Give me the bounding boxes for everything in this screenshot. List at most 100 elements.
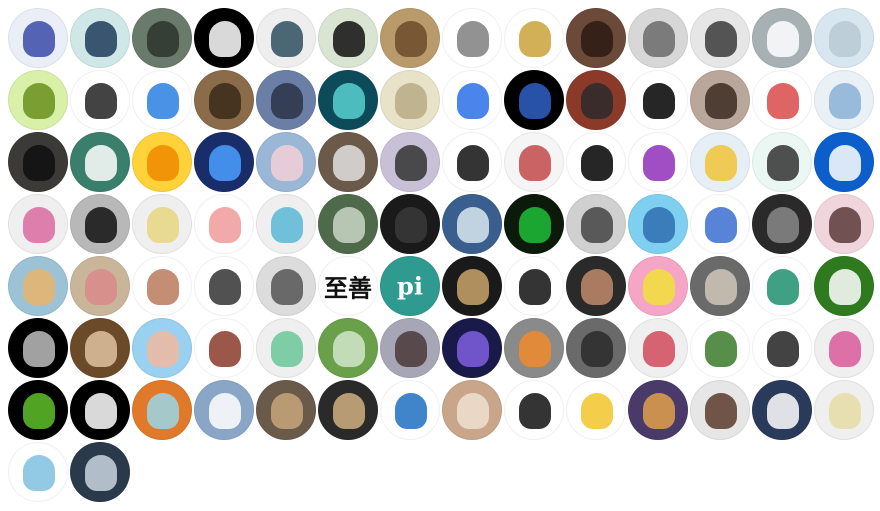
contributor-avatar[interactable] [132,70,192,130]
contributor-avatar[interactable] [132,8,192,68]
contributor-avatar[interactable] [690,70,750,130]
contributor-avatar[interactable] [566,380,626,440]
contributor-avatar[interactable] [318,194,378,254]
contributor-avatar[interactable] [442,256,502,316]
contributor-avatar[interactable] [380,8,440,68]
contributor-avatar[interactable] [566,318,626,378]
contributor-avatar[interactable] [194,132,254,192]
contributor-avatar[interactable] [566,194,626,254]
contributor-avatar[interactable] [194,318,254,378]
contributor-avatar[interactable] [8,256,68,316]
contributor-avatar[interactable] [318,70,378,130]
contributor-avatar[interactable] [504,194,564,254]
contributor-avatar[interactable] [256,318,316,378]
contributor-avatar[interactable] [566,8,626,68]
contributor-avatar[interactable] [194,70,254,130]
contributor-avatar[interactable] [380,318,440,378]
contributor-avatar[interactable] [628,70,688,130]
contributor-avatar[interactable] [256,70,316,130]
contributor-avatar[interactable] [194,256,254,316]
contributor-avatar[interactable] [752,70,812,130]
contributor-avatar[interactable] [752,318,812,378]
contributor-avatar[interactable] [380,380,440,440]
contributor-avatar[interactable] [628,8,688,68]
contributor-avatar[interactable] [752,194,812,254]
contributor-avatar[interactable] [318,380,378,440]
contributor-avatar[interactable] [8,442,68,502]
contributor-avatar[interactable] [256,194,316,254]
contributor-avatar[interactable] [256,256,316,316]
contributor-avatar[interactable] [504,132,564,192]
contributor-avatar[interactable] [442,194,502,254]
contributor-avatar[interactable] [256,380,316,440]
contributor-avatar[interactable] [70,380,130,440]
contributor-avatar[interactable] [132,194,192,254]
contributor-avatar[interactable] [752,256,812,316]
contributor-avatar[interactable] [132,132,192,192]
contributor-avatar[interactable] [566,70,626,130]
contributor-avatar[interactable] [504,318,564,378]
contributor-avatar[interactable] [132,318,192,378]
contributor-avatar[interactable] [70,194,130,254]
contributor-avatar[interactable] [70,256,130,316]
contributor-avatar[interactable] [442,8,502,68]
contributor-avatar[interactable] [194,380,254,440]
contributor-avatar[interactable] [690,194,750,254]
contributor-avatar[interactable] [8,132,68,192]
contributor-avatar[interactable] [8,8,68,68]
contributor-avatar[interactable] [380,132,440,192]
contributor-avatar[interactable] [752,132,812,192]
contributor-avatar[interactable]: 至善 [318,256,378,316]
contributor-avatar[interactable] [318,132,378,192]
contributor-avatar[interactable] [628,256,688,316]
contributor-avatar[interactable] [442,70,502,130]
contributor-avatar[interactable]: pi [380,256,440,316]
contributor-avatar[interactable] [814,70,874,130]
contributor-avatar[interactable] [504,70,564,130]
contributor-avatar[interactable] [690,8,750,68]
contributor-avatar[interactable] [628,380,688,440]
contributor-avatar[interactable] [628,132,688,192]
contributor-avatar[interactable] [132,380,192,440]
contributor-avatar[interactable] [690,380,750,440]
contributor-avatar[interactable] [8,380,68,440]
contributor-avatar[interactable] [814,8,874,68]
contributor-avatar[interactable] [194,194,254,254]
contributor-avatar[interactable] [70,318,130,378]
contributor-avatar[interactable] [814,132,874,192]
contributor-avatar[interactable] [70,442,130,502]
contributor-avatar[interactable] [70,132,130,192]
contributor-avatar[interactable] [504,380,564,440]
contributor-avatar[interactable] [194,8,254,68]
contributor-avatar[interactable] [442,318,502,378]
contributor-avatar[interactable] [814,318,874,378]
contributor-avatar[interactable] [690,132,750,192]
contributor-avatar[interactable] [318,318,378,378]
contributor-avatar[interactable] [256,132,316,192]
contributor-avatar[interactable] [628,194,688,254]
contributor-avatar[interactable] [752,380,812,440]
contributor-avatar[interactable] [8,70,68,130]
contributor-avatar[interactable] [70,70,130,130]
contributor-avatar[interactable] [752,8,812,68]
contributor-avatar[interactable] [628,318,688,378]
contributor-avatar[interactable] [132,256,192,316]
contributor-avatar[interactable] [8,194,68,254]
contributor-avatar[interactable] [442,132,502,192]
contributor-avatar[interactable] [814,380,874,440]
contributor-avatar[interactable] [70,8,130,68]
contributor-avatar[interactable] [380,194,440,254]
contributor-avatar[interactable] [690,256,750,316]
contributor-avatar[interactable] [814,194,874,254]
contributor-avatar[interactable] [318,8,378,68]
contributor-avatar[interactable] [814,256,874,316]
contributor-avatar[interactable] [442,380,502,440]
contributor-avatar[interactable] [566,132,626,192]
contributor-avatar[interactable] [256,8,316,68]
contributor-avatar[interactable] [690,318,750,378]
contributor-avatar[interactable] [504,8,564,68]
contributor-avatar[interactable] [380,70,440,130]
contributor-avatar[interactable] [566,256,626,316]
contributor-avatar[interactable] [504,256,564,316]
contributor-avatar[interactable] [8,318,68,378]
